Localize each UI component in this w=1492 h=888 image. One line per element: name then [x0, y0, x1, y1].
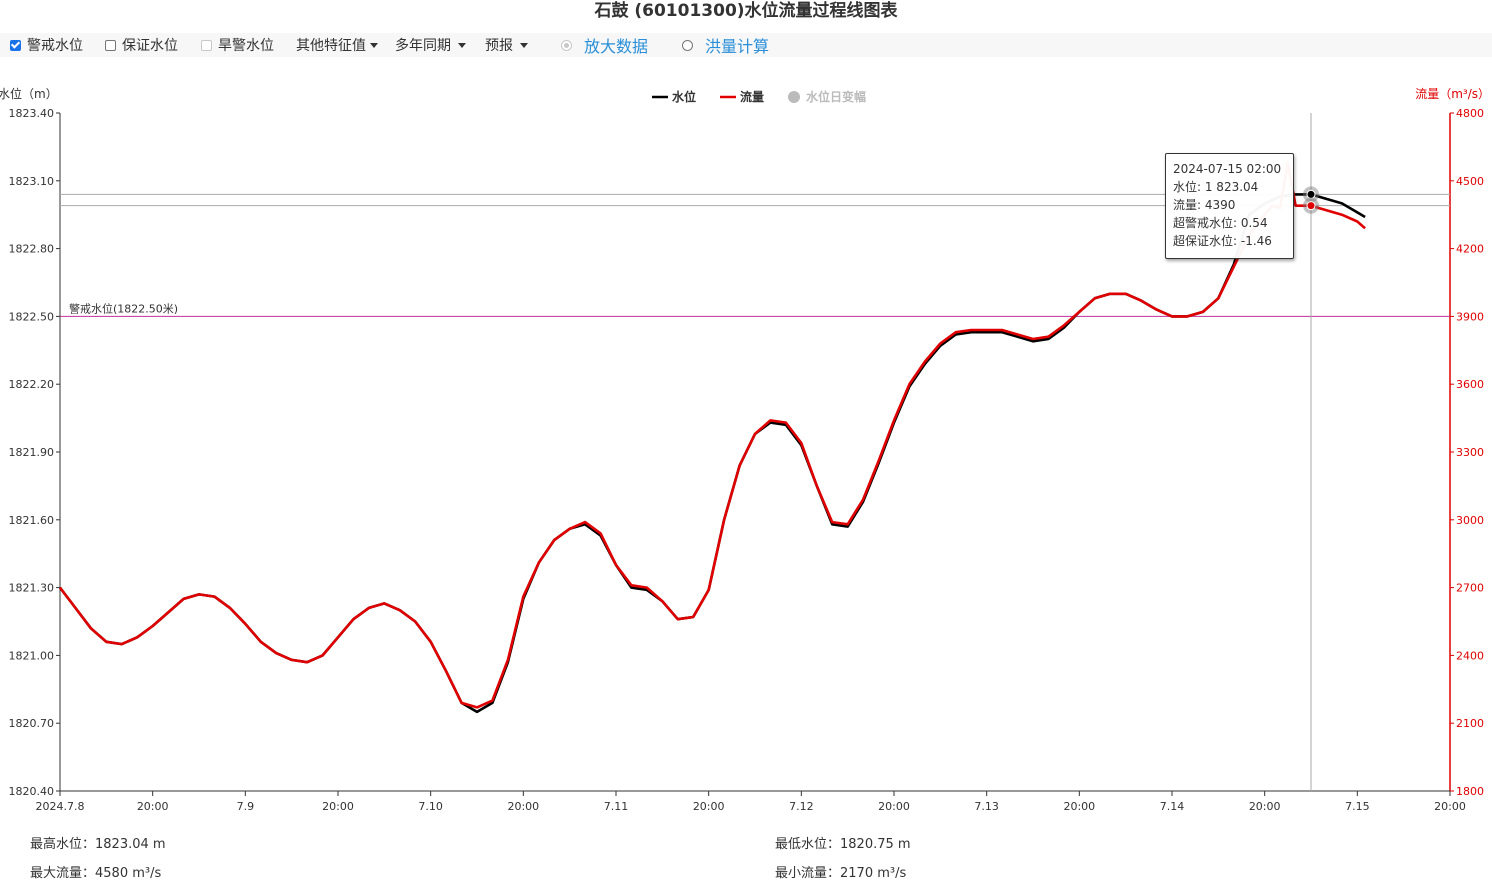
chart-tooltip: 2024-07-15 02:00 水位: 1 823.04 流量: 4390 超…	[1165, 153, 1294, 259]
left-y-tick-label: 1822.50	[9, 310, 55, 323]
legend-label[interactable]: 水位	[672, 89, 696, 104]
left-axis-title: 水位（m）	[0, 86, 58, 101]
flood-calc-radio[interactable]: 洪量计算	[682, 33, 769, 57]
hover-marker	[1306, 201, 1316, 211]
left-y-tick-label: 1821.00	[9, 649, 55, 662]
tooltip-time: 2024-07-15 02:00	[1173, 162, 1282, 176]
page-title: 石鼓 (60101300)水位流量过程线图表	[594, 1, 898, 21]
zoom-data-label: 放大数据	[584, 37, 649, 56]
x-tick-label: 7.10	[418, 800, 443, 810]
other-features-label: 其他特征值	[296, 38, 366, 54]
other-features-dropdown[interactable]: 其他特征值	[296, 33, 378, 57]
right-y-tick-label: 4800	[1456, 107, 1484, 120]
left-y-tick-label: 1821.60	[9, 514, 55, 527]
warning-level-label: 警戒水位	[27, 38, 83, 54]
right-y-tick-label: 3300	[1456, 446, 1484, 459]
left-y-tick-label: 1823.10	[9, 175, 55, 188]
x-tick-label: 7.13	[974, 800, 999, 810]
checkbox-checked-icon[interactable]	[10, 39, 21, 51]
right-y-tick-label: 4200	[1456, 243, 1484, 256]
left-y-tick-label: 1820.70	[9, 717, 55, 730]
x-tick-label: 7.12	[789, 800, 814, 810]
x-tick-label: 20:00	[137, 800, 169, 810]
flood-calc-label: 洪量计算	[705, 37, 770, 56]
right-y-tick-label: 3000	[1456, 514, 1484, 527]
right-y-tick-label: 2400	[1456, 649, 1484, 662]
x-tick-label: 7.14	[1160, 800, 1185, 810]
tooltip-level: 水位: 1 823.04	[1173, 180, 1259, 194]
x-tick-label: 20:00	[1434, 800, 1466, 810]
max-flow-stat: 最大流量：4580 m³/s	[30, 866, 162, 881]
left-y-tick-label: 1821.90	[9, 446, 55, 459]
drought-level-label: 旱警水位	[218, 38, 274, 54]
right-axis-title: 流量（m³/s）	[1415, 87, 1490, 101]
left-y-tick-label: 1822.80	[9, 243, 55, 256]
tooltip-flow: 流量: 4390	[1173, 198, 1236, 212]
warning-level-label: 警戒水位(1822.50米)	[69, 301, 178, 315]
max-level-stat: 最高水位：1823.04 m	[30, 837, 166, 852]
x-tick-label: 7.9	[237, 800, 255, 810]
guarantee-level-checkbox[interactable]: 保证水位	[105, 33, 178, 57]
guarantee-level-label: 保证水位	[122, 38, 178, 54]
x-tick-label: 20:00	[693, 800, 725, 810]
forecast-dropdown[interactable]: 预报	[485, 33, 528, 57]
x-tick-label: 20:00	[878, 800, 910, 810]
left-y-tick-label: 1821.30	[9, 582, 55, 595]
zoom-data-radio[interactable]: 放大数据	[561, 33, 648, 57]
left-y-tick-label: 1820.40	[9, 785, 55, 798]
multi-year-dropdown[interactable]: 多年同期	[395, 33, 466, 57]
x-tick-label: 20:00	[1249, 800, 1281, 810]
checkbox-icon[interactable]	[105, 39, 116, 51]
caret-down-icon	[458, 42, 466, 48]
toolbar: 警戒水位 保证水位 旱警水位 其他特征值 多年同期 预报 放大数据 洪量计算	[0, 33, 1492, 57]
caret-down-icon	[370, 42, 378, 48]
tooltip-over-guarantee: 超保证水位: -1.46	[1173, 234, 1272, 248]
right-y-tick-label: 1800	[1456, 785, 1484, 798]
legend-label[interactable]: 流量	[740, 89, 764, 104]
checkbox-icon[interactable]	[201, 39, 212, 51]
x-tick-label: 20:00	[322, 800, 354, 810]
left-y-tick-label: 1823.40	[9, 107, 55, 120]
right-y-tick-label: 2700	[1456, 582, 1484, 595]
caret-down-icon	[520, 42, 528, 48]
right-y-tick-label: 4500	[1456, 175, 1484, 188]
right-y-tick-label: 3600	[1456, 378, 1484, 391]
tooltip-over-warning: 超警戒水位: 0.54	[1173, 216, 1268, 230]
radio-icon[interactable]	[682, 39, 693, 51]
legend-label[interactable]: 水位日变幅	[806, 89, 866, 104]
x-tick-label: 2024.7.8	[36, 800, 85, 810]
legend-dot-icon[interactable]	[788, 91, 800, 103]
warning-level-checkbox[interactable]: 警戒水位	[10, 33, 83, 57]
x-tick-label: 20:00	[1063, 800, 1095, 810]
multi-year-label: 多年同期	[395, 38, 451, 54]
drought-level-checkbox[interactable]: 旱警水位	[201, 33, 274, 57]
min-level-stat: 最低水位：1820.75 m	[775, 837, 911, 852]
hover-marker	[1306, 189, 1316, 199]
left-y-tick-label: 1822.20	[9, 378, 55, 391]
forecast-label: 预报	[485, 38, 513, 54]
x-tick-label: 20:00	[507, 800, 539, 810]
right-y-tick-label: 3900	[1456, 310, 1484, 323]
right-y-tick-label: 2100	[1456, 717, 1484, 730]
x-tick-label: 7.11	[604, 800, 629, 810]
radio-selected-icon[interactable]	[561, 39, 572, 51]
min-flow-stat: 最小流量：2170 m³/s	[775, 866, 907, 881]
x-tick-label: 7.15	[1345, 800, 1370, 810]
